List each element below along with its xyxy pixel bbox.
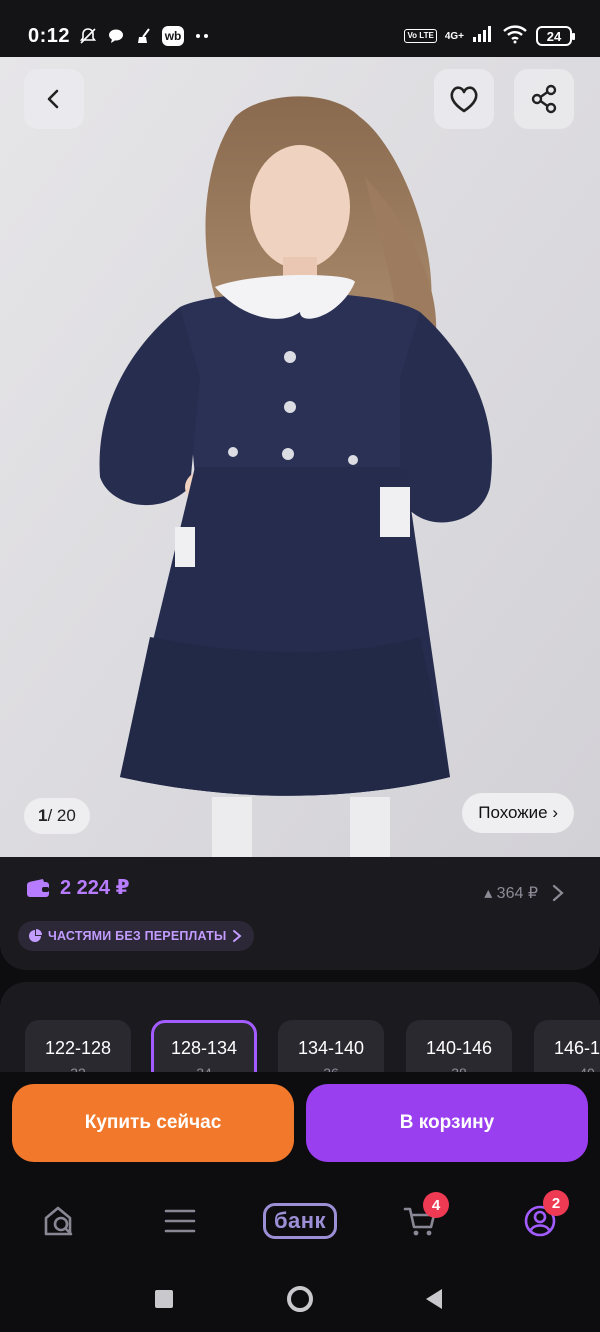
bank-label: банк: [262, 1203, 338, 1239]
chevron-right-icon: [233, 930, 242, 942]
installments-label: ЧАСТЯМИ БЕЗ ПЕРЕПЛАТЫ: [48, 929, 227, 943]
size-label: 134-140: [297, 1038, 365, 1058]
recents-button[interactable]: [149, 1284, 179, 1314]
signal-icon: [472, 25, 494, 48]
network-type: 4G+: [444, 30, 464, 42]
bottom-navigation: банк 4 2: [0, 1182, 600, 1262]
price-card: 2 224 ₽ ▴ 364 ₽ ЧАСТЯМИ БЕЗ ПЕРЕПЛАТЫ: [0, 857, 600, 970]
product-price: 2 224 ₽: [60, 877, 130, 899]
square-icon: [155, 1290, 173, 1308]
nav-cart[interactable]: 4: [390, 1192, 450, 1246]
nav-bank[interactable]: банк: [260, 1196, 340, 1246]
similar-label: Похожие ›: [478, 803, 558, 822]
cart-badge: 4: [423, 1192, 449, 1218]
home-search-icon: [44, 1206, 73, 1236]
add-to-cart-button[interactable]: В корзину: [306, 1084, 588, 1162]
more-dots-icon: [192, 26, 212, 46]
back-button[interactable]: [24, 69, 84, 129]
nav-catalog[interactable]: [150, 1196, 210, 1246]
status-time: 0:12: [28, 24, 71, 47]
product-image-gallery[interactable]: 1 / 20 Похожие ›: [0, 57, 600, 857]
installments-badge[interactable]: ЧАСТЯМИ БЕЗ ПЕРЕПЛАТЫ: [18, 921, 255, 951]
nav-profile[interactable]: 2: [510, 1190, 570, 1246]
back-icon: [47, 89, 59, 109]
similar-button[interactable]: Похожие ›: [462, 793, 574, 833]
purchase-actions: Купить сейчас В корзину: [0, 1072, 600, 1182]
chat-icon: [106, 26, 126, 46]
price-change: ▴ 364 ₽: [484, 885, 538, 902]
system-navigation: [0, 1262, 600, 1332]
triangle-back-icon: [426, 1289, 442, 1309]
price-history-link[interactable]: ▴ 364 ₽: [484, 883, 564, 903]
battery-indicator: 24: [536, 26, 575, 46]
chevron-right-icon: [552, 884, 564, 902]
favorite-button[interactable]: [434, 69, 494, 129]
volte-icon: Vo LTE: [404, 29, 437, 43]
size-label: 140-146: [425, 1038, 493, 1058]
image-counter-current: 1: [38, 806, 48, 825]
wb-app-icon: wb: [162, 26, 185, 46]
size-label: 122-128: [44, 1038, 112, 1058]
product-photo: [0, 57, 600, 857]
home-button[interactable]: [285, 1284, 315, 1314]
pie-icon: [29, 929, 42, 942]
profile-badge: 2: [543, 1190, 569, 1216]
muted-bell-icon: [78, 26, 98, 46]
wallet-icon: [27, 878, 49, 897]
share-button[interactable]: [514, 69, 574, 129]
nav-home[interactable]: [30, 1196, 90, 1246]
circle-icon: [287, 1286, 313, 1312]
broom-icon: [134, 26, 154, 46]
share-icon: [531, 84, 557, 114]
buy-now-button[interactable]: Купить сейчас: [12, 1084, 294, 1162]
size-label: 128-134: [170, 1038, 238, 1058]
image-counter-total: / 20: [47, 806, 76, 825]
image-counter: 1 / 20: [24, 798, 90, 834]
menu-icon: [164, 1209, 196, 1233]
system-back-button[interactable]: [419, 1284, 449, 1314]
heart-icon: [450, 86, 478, 113]
wifi-icon: [502, 24, 528, 49]
size-label: 146-152: [553, 1038, 600, 1058]
